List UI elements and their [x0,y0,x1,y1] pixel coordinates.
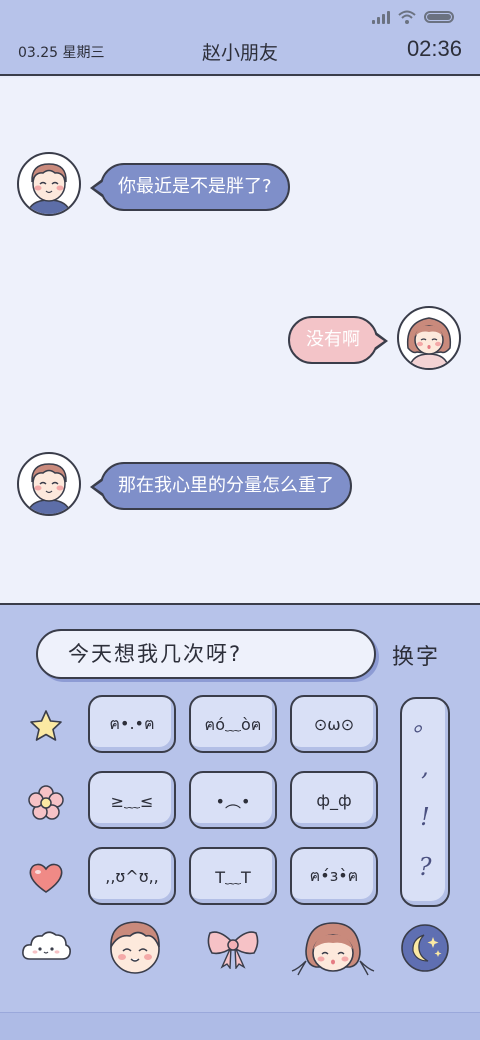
moon-icon[interactable] [400,923,450,973]
punctuation-key[interactable]: ? [402,853,448,881]
boy-face-icon [26,463,72,514]
message-bubble[interactable]: 那在我心里的分量怎么重了 [90,462,352,510]
wifi-icon [398,10,416,24]
signal-icon [372,10,390,24]
message-bubble[interactable]: 你最近是不是胖了? [90,163,290,211]
kaomoji-key[interactable]: ф_ф [290,771,378,829]
punctuation-key[interactable]: , [402,753,448,781]
girl-avatar[interactable] [397,306,461,370]
cloud-icon[interactable] [20,927,72,963]
chat-area[interactable]: 你最近是不是胖了? 没有啊 那在我心里的分量怎么重了 [0,78,480,603]
kaomoji-key[interactable]: •︵• [189,771,277,829]
punctuation-key[interactable]: ! [402,803,448,831]
star-icon[interactable] [28,709,64,743]
kaomoji-key[interactable]: ≥﹏≤ [88,771,176,829]
boy-avatar[interactable] [17,452,81,516]
punctuation-key[interactable]: 。 [402,703,448,738]
switch-text-button[interactable]: 换字 [392,639,440,671]
battery-icon [424,11,454,23]
punctuation-column: 。 , ! ? [400,697,450,907]
kaomoji-key[interactable]: ,,ʊ^ʊ,, [88,847,176,905]
kaomoji-key[interactable]: ฅó﹏òฅ [189,695,277,753]
girl-face-icon[interactable] [290,917,376,979]
boy-face-icon [26,163,72,214]
kaomoji-key[interactable]: ฅ•.•ฅ [88,695,176,753]
boy-face-icon[interactable] [104,917,166,977]
heart-icon[interactable] [27,861,65,895]
header-time: 02:36 [406,36,462,61]
boy-avatar[interactable] [17,152,81,216]
girl-face-icon [406,317,452,368]
flower-icon[interactable] [28,785,64,821]
kaomoji-key[interactable]: ฅ•́з•̀ฅ [290,847,378,905]
bow-icon[interactable] [204,927,262,969]
kaomoji-keyboard: 今天想我几次呀? 换字 ฅ•.•ฅ ฅó﹏òฅ ⊙ω⊙ ≥﹏≤ •︵• ф_ф … [0,603,480,1040]
message-input[interactable]: 今天想我几次呀? [36,629,376,679]
bottom-bar [0,1012,480,1040]
status-bar [0,0,480,30]
status-icons [372,10,454,24]
message-bubble[interactable]: 没有啊 [288,316,388,364]
chat-header: 03.25 星期三 赵小朋友 02:36 [0,30,480,76]
kaomoji-key[interactable]: T﹏T [189,847,277,905]
kaomoji-key[interactable]: ⊙ω⊙ [290,695,378,753]
